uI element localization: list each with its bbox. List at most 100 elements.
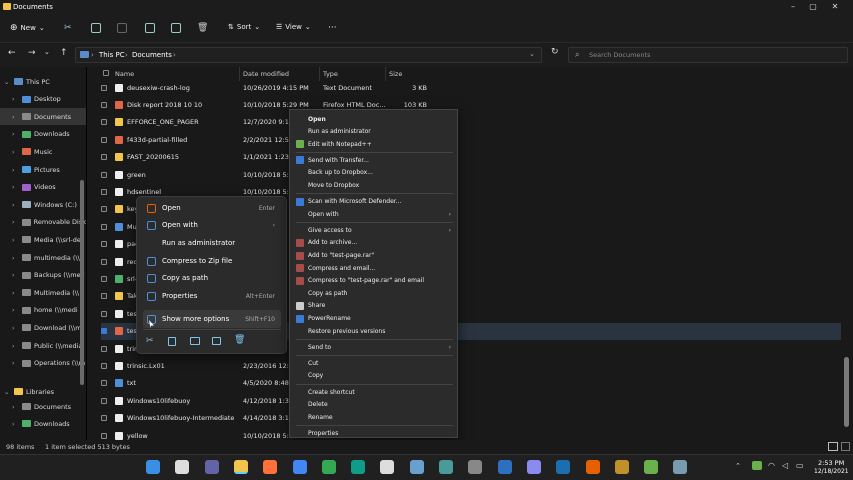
classic-menu-item[interactable]: Give access to › (292, 224, 455, 236)
chevron-down-icon[interactable]: ⌄ (529, 50, 535, 58)
classic-menu-item[interactable]: Send to › (292, 341, 455, 353)
rename-button[interactable] (145, 23, 155, 33)
column-size[interactable]: Size (389, 70, 402, 78)
taskbar-app-icon[interactable] (614, 460, 629, 474)
sidebar-item[interactable]: › Downloads (0, 415, 86, 432)
sidebar-item[interactable]: › Pictures (0, 161, 86, 178)
breadcrumb-documents[interactable]: Documents (132, 51, 172, 59)
table-row[interactable]: txt 4/5/2020 8:48 A (101, 375, 841, 392)
classic-menu-item[interactable]: Compress to "test-page.rar" and email (292, 275, 455, 287)
row-checkbox[interactable] (101, 188, 107, 195)
table-row[interactable]: green 10/10/2018 5:2 (101, 166, 841, 183)
sidebar-scrollbar[interactable] (80, 180, 84, 385)
column-date[interactable]: Date modified (243, 70, 289, 78)
classic-menu-item[interactable]: Properties (292, 427, 455, 439)
row-checkbox[interactable] (101, 241, 107, 248)
sidebar-item[interactable]: › Desktop (0, 91, 86, 108)
chevron-icon[interactable]: › (12, 236, 20, 244)
wifi-icon[interactable]: ◠ (768, 461, 775, 470)
sidebar-item[interactable]: › Windows (C:) (0, 196, 86, 213)
sidebar-item[interactable]: › Operations (\\m (0, 355, 86, 372)
row-checkbox[interactable] (101, 206, 107, 213)
taskbar-app-icon[interactable] (263, 460, 278, 474)
chevron-up-icon[interactable]: ⌃ (735, 462, 741, 470)
tiles-view-icon[interactable] (841, 442, 850, 451)
sidebar-item[interactable]: › Public (\\media (0, 337, 86, 354)
table-row[interactable]: Windows10lifebuoy 4/12/2018 1:3 (101, 392, 841, 409)
table-row[interactable]: f433d-partial-filled 2/2/2021 12:50 (101, 131, 841, 148)
classic-menu-item[interactable]: Cut (292, 357, 455, 369)
tray-app-icon[interactable] (752, 461, 762, 470)
trash-icon[interactable]: 🗑 (234, 335, 245, 345)
classic-menu-item[interactable]: Open with › (292, 208, 455, 220)
sidebar-item[interactable]: › Backups (\\med (0, 267, 86, 284)
details-view-icon[interactable] (828, 442, 838, 451)
taskbar-app-icon[interactable] (556, 460, 571, 474)
chevron-icon[interactable]: › (12, 324, 20, 332)
sort-button[interactable]: ⇅ Sort ⌄ (228, 23, 260, 31)
share-button[interactable] (171, 23, 181, 33)
row-checkbox[interactable] (101, 101, 107, 108)
copy-icon[interactable] (168, 337, 176, 346)
classic-menu-item[interactable]: Create shortcut (292, 386, 455, 398)
chevron-icon[interactable]: › (12, 403, 20, 411)
sidebar-item[interactable]: › Downloads (0, 126, 86, 143)
select-all-checkbox[interactable] (103, 70, 109, 76)
column-name[interactable]: Name (115, 70, 134, 78)
row-checkbox[interactable] (101, 275, 107, 282)
minimize-button[interactable]: – (786, 2, 800, 11)
classic-menu-item[interactable]: Share (292, 300, 455, 312)
taskbar-app-icon[interactable] (292, 460, 307, 474)
sidebar-item[interactable]: › Download (\\m (0, 319, 86, 336)
taskbar-app-icon[interactable] (673, 460, 688, 474)
chevron-icon[interactable]: › (12, 95, 20, 103)
chevron-icon[interactable]: › (12, 113, 20, 121)
chevron-icon[interactable]: › (12, 218, 20, 226)
classic-menu-item[interactable]: Send with Transfer... (292, 154, 455, 166)
taskbar-app-icon[interactable] (439, 460, 453, 474)
row-checkbox[interactable] (101, 258, 107, 265)
taskbar-app-icon[interactable] (585, 460, 600, 474)
chevron-icon[interactable]: › (12, 183, 20, 191)
back-arrow-icon[interactable]: ← (8, 48, 16, 58)
row-checkbox[interactable] (101, 397, 107, 404)
taskbar-app-icon[interactable] (204, 460, 219, 474)
rename-icon[interactable] (190, 337, 200, 345)
cut-button[interactable]: ✂ (64, 23, 72, 33)
sidebar-item[interactable]: › Documents (0, 108, 86, 126)
row-checkbox[interactable] (101, 223, 107, 230)
sidebar-item[interactable]: › home (\\medi (0, 302, 86, 319)
refresh-icon[interactable]: ↻ (551, 47, 559, 57)
taskbar-app-icon[interactable] (146, 460, 160, 474)
context-menu-item[interactable]: Open Enter (143, 199, 281, 217)
up-arrow-icon[interactable]: ↑ (60, 48, 68, 58)
cut-icon[interactable]: ✂ (146, 336, 154, 346)
sidebar-item[interactable]: › Documents (0, 398, 86, 415)
sidebar-item[interactable]: › Videos (0, 179, 86, 196)
classic-menu-item[interactable]: Back up to Dropbox... (292, 167, 455, 179)
speaker-muted-icon[interactable]: ◁ (782, 461, 788, 470)
clock-time[interactable]: 2:53 PM (818, 459, 844, 467)
delete-button[interactable]: 🗑 (197, 23, 208, 33)
classic-menu-item[interactable]: Restore previous versions (292, 325, 455, 337)
chevron-icon[interactable]: › (12, 342, 20, 350)
table-row[interactable]: FAST_20200615 1/1/2021 1:23 F (101, 149, 841, 166)
forward-arrow-icon[interactable]: → (28, 48, 36, 58)
chevron-icon[interactable]: › (12, 289, 20, 297)
taskbar-app-icon[interactable] (233, 460, 248, 474)
taskbar-app-icon[interactable] (526, 460, 541, 474)
row-checkbox[interactable] (101, 380, 107, 387)
chevron-icon[interactable]: › (12, 166, 20, 174)
view-button[interactable]: ☰ View ⌄ (276, 23, 311, 31)
context-menu-item[interactable]: Copy as path (143, 269, 281, 287)
context-menu-item[interactable]: Compress to Zip file (143, 252, 281, 270)
recent-chevron-icon[interactable]: ⌄ (44, 48, 50, 56)
column-type[interactable]: Type (323, 70, 338, 78)
classic-menu-item[interactable]: Edit with Notepad++ (292, 138, 455, 150)
row-checkbox[interactable] (101, 293, 107, 300)
taskbar-app-icon[interactable] (409, 460, 424, 474)
row-checkbox[interactable] (101, 310, 107, 317)
classic-menu-item[interactable]: Add to "test-page.rar" (292, 250, 455, 262)
taskbar-app-icon[interactable] (468, 460, 483, 474)
chevron-icon[interactable]: › (12, 271, 20, 279)
